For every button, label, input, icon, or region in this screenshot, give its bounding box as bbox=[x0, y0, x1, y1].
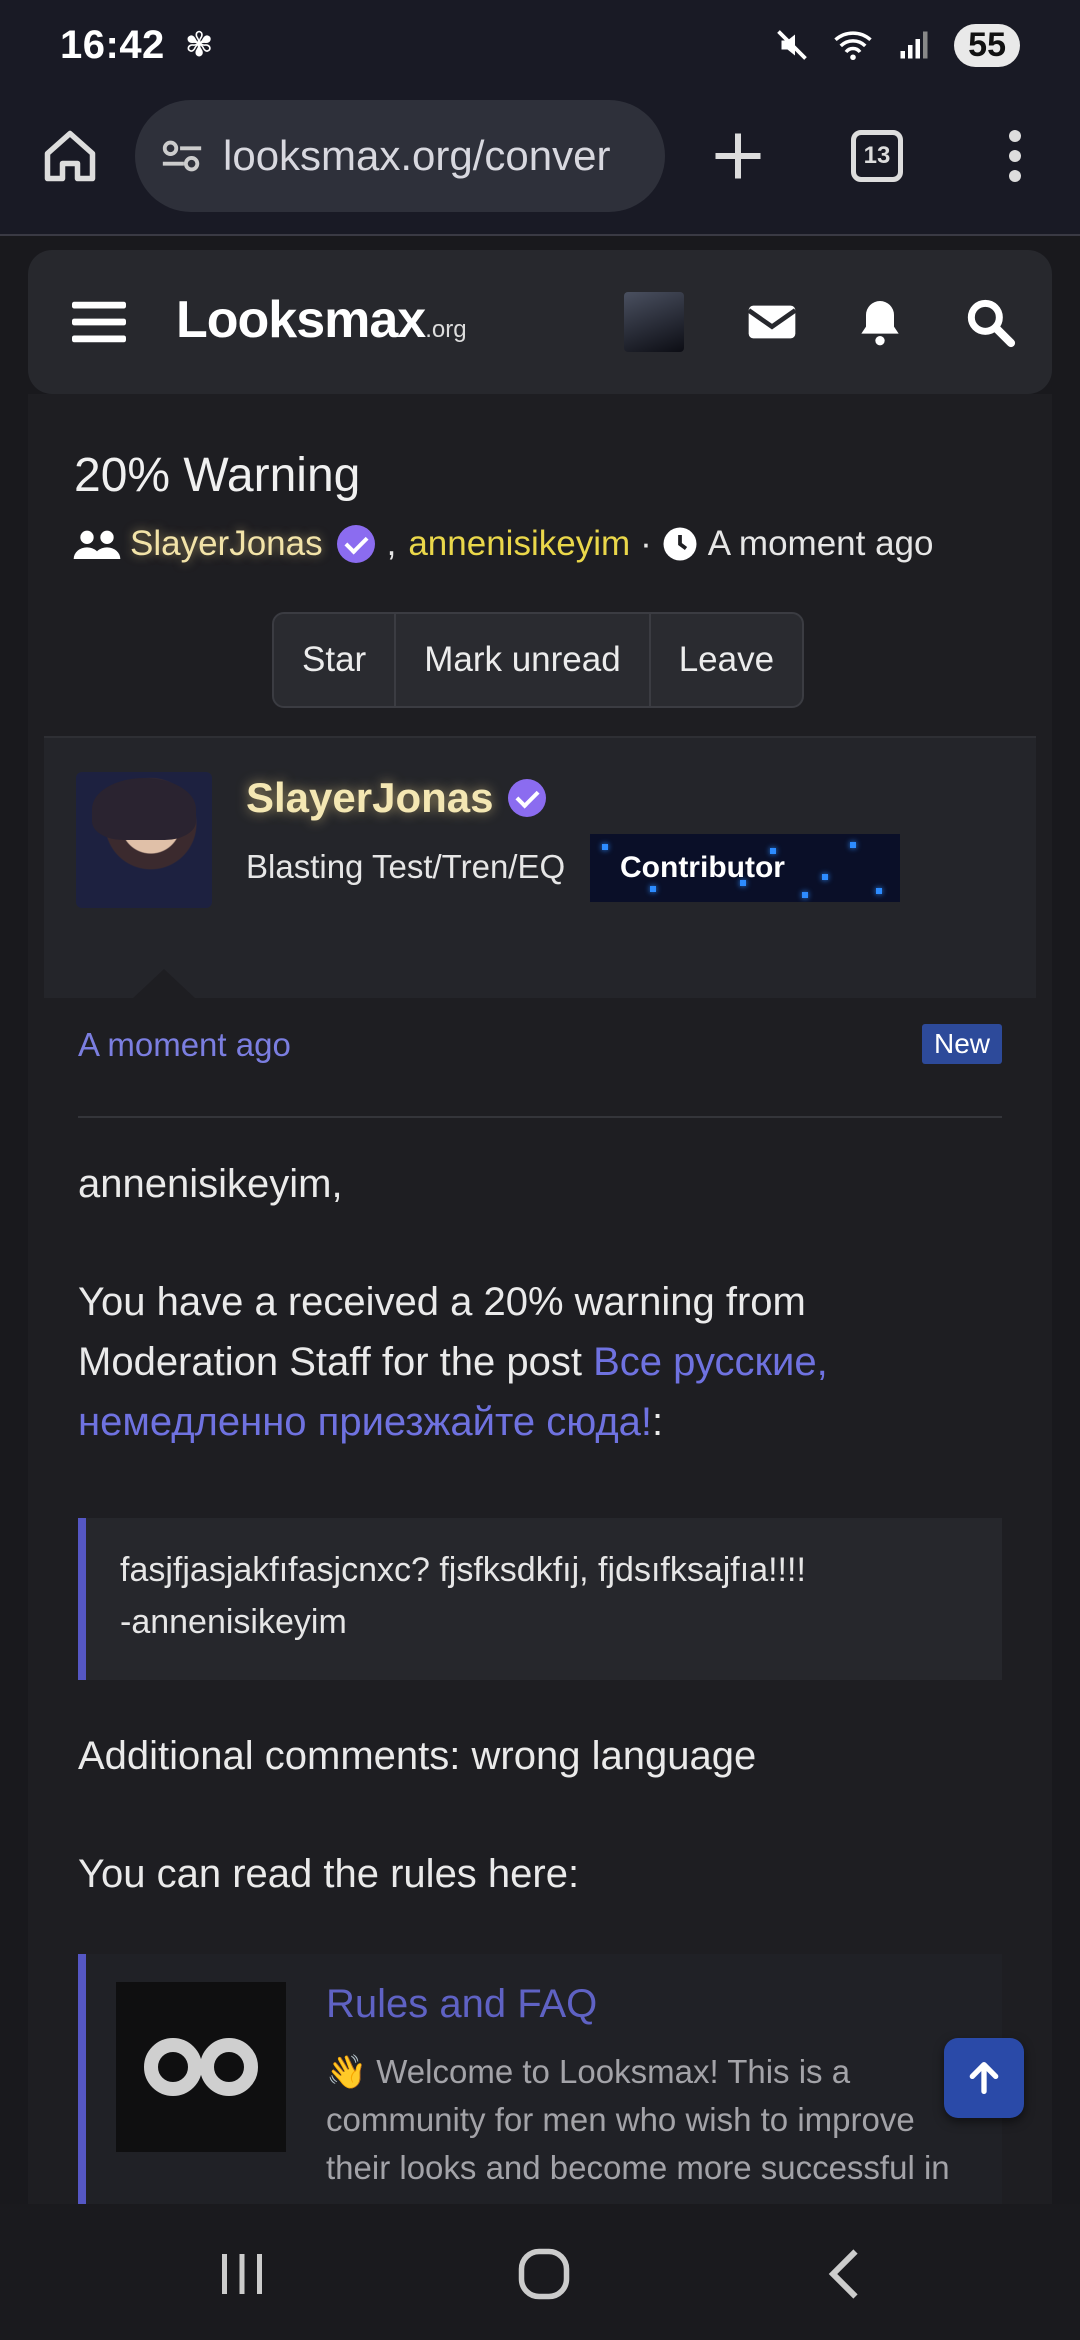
contributor-label: Contributor bbox=[620, 851, 785, 884]
author-title: Blasting Test/Tren/EQ bbox=[246, 848, 566, 885]
url-text[interactable]: looksmax.org/conver bbox=[223, 132, 611, 180]
system-nav-bar bbox=[0, 2204, 1080, 2340]
notification-bell-icon[interactable] bbox=[852, 294, 908, 350]
inbox-icon[interactable] bbox=[744, 294, 800, 350]
clock-icon bbox=[663, 527, 697, 561]
looksmax-logo-icon bbox=[116, 1982, 286, 2152]
embed-description: 👋 Welcome to Looksmax! This is a communi… bbox=[326, 2053, 950, 2186]
conversation-time: A moment ago bbox=[707, 524, 934, 563]
author-avatar[interactable] bbox=[76, 772, 212, 908]
web-page: Looksmax.org 20% Warning SlayerJonas , a… bbox=[0, 238, 1080, 2204]
more-menu-icon[interactable] bbox=[1000, 126, 1030, 186]
leave-button[interactable]: Leave bbox=[651, 614, 802, 706]
greeting: annenisikeyim, bbox=[78, 1162, 343, 1206]
rules-intro: You can read the rules here: bbox=[78, 1852, 580, 1896]
logo-text: Looksmax bbox=[176, 291, 426, 349]
app-notification-icon: ✾ bbox=[184, 26, 214, 64]
search-icon[interactable] bbox=[962, 294, 1018, 350]
scroll-to-top-button[interactable] bbox=[944, 2038, 1024, 2118]
recent-apps-icon[interactable] bbox=[212, 2244, 272, 2304]
new-tab-icon[interactable] bbox=[708, 126, 768, 186]
arrow-up-icon bbox=[969, 2062, 999, 2094]
conversation-actions: Star Mark unread Leave bbox=[272, 612, 805, 708]
message-meta: A moment ago New bbox=[78, 1024, 1002, 1118]
site-settings-icon[interactable] bbox=[159, 136, 205, 176]
warning-text: You have a received a 20% warning from M… bbox=[78, 1272, 1002, 1452]
star-button[interactable]: Star bbox=[274, 614, 397, 706]
separator: , bbox=[386, 524, 397, 563]
rules-link-embed[interactable]: Rules and FAQ 👋 Welcome to Looksmax! Thi… bbox=[78, 1954, 1002, 2204]
tab-switcher-button[interactable]: 13 bbox=[851, 130, 903, 182]
colon: : bbox=[652, 1400, 664, 1444]
verified-icon bbox=[507, 779, 546, 817]
panel-arrow bbox=[132, 969, 196, 999]
home-icon[interactable] bbox=[40, 126, 100, 186]
status-bar: 16:42 ✾ 55 bbox=[0, 0, 1080, 90]
home-nav-icon[interactable] bbox=[514, 2244, 574, 2304]
mark-unread-button[interactable]: Mark unread bbox=[396, 614, 651, 706]
participant-link[interactable]: SlayerJonas bbox=[130, 524, 323, 564]
message-body: annenisikeyim, You have a received a 20%… bbox=[78, 1154, 1002, 1452]
status-time: 16:42 bbox=[60, 22, 165, 67]
dot-separator: · bbox=[640, 524, 652, 563]
browser-toolbar: looksmax.org/conver 13 bbox=[0, 90, 1080, 236]
logo-suffix: .org bbox=[425, 316, 467, 343]
conversation-meta: SlayerJonas , annenisikeyim · A moment a… bbox=[72, 524, 933, 564]
conversation-container: 20% Warning SlayerJonas , annenisikeyim … bbox=[28, 394, 1052, 2204]
participant-link[interactable]: annenisikeyim bbox=[408, 524, 630, 564]
additional-comments: Additional comments: wrong language bbox=[78, 1734, 757, 1778]
site-logo[interactable]: Looksmax.org bbox=[176, 290, 467, 350]
quoted-post: fasjfjasjakfıfasjcnxc? fjsfksdkfıj, fjds… bbox=[78, 1518, 1002, 1680]
user-avatar[interactable] bbox=[624, 292, 684, 352]
site-header: Looksmax.org bbox=[28, 250, 1052, 394]
quote-text: fasjfjasjakfıfasjcnxc? fjsfksdkfıj, fjds… bbox=[120, 1551, 806, 1589]
hamburger-menu-icon[interactable] bbox=[72, 298, 126, 346]
mute-icon bbox=[777, 30, 807, 60]
embed-title[interactable]: Rules and FAQ bbox=[326, 1982, 597, 2027]
message-user-panel: SlayerJonas Blasting Test/Tren/EQ Contri… bbox=[44, 736, 1036, 999]
signal-icon bbox=[900, 31, 928, 59]
author-name-text[interactable]: SlayerJonas bbox=[246, 774, 494, 822]
back-icon[interactable] bbox=[818, 2244, 878, 2304]
wifi-icon bbox=[834, 31, 872, 61]
address-bar[interactable]: looksmax.org/conver bbox=[135, 100, 665, 212]
contributor-banner: Contributor bbox=[590, 834, 900, 902]
message-time[interactable]: A moment ago bbox=[78, 1026, 291, 1064]
battery-indicator: 55 bbox=[954, 23, 1020, 67]
new-badge: New bbox=[921, 1024, 1002, 1064]
conversation-title: 20% Warning bbox=[74, 449, 361, 502]
participants-icon bbox=[73, 530, 121, 559]
verified-icon bbox=[336, 525, 375, 563]
quote-author: -annenisikeyim bbox=[120, 1603, 347, 1641]
author-name[interactable]: SlayerJonas bbox=[246, 774, 558, 822]
